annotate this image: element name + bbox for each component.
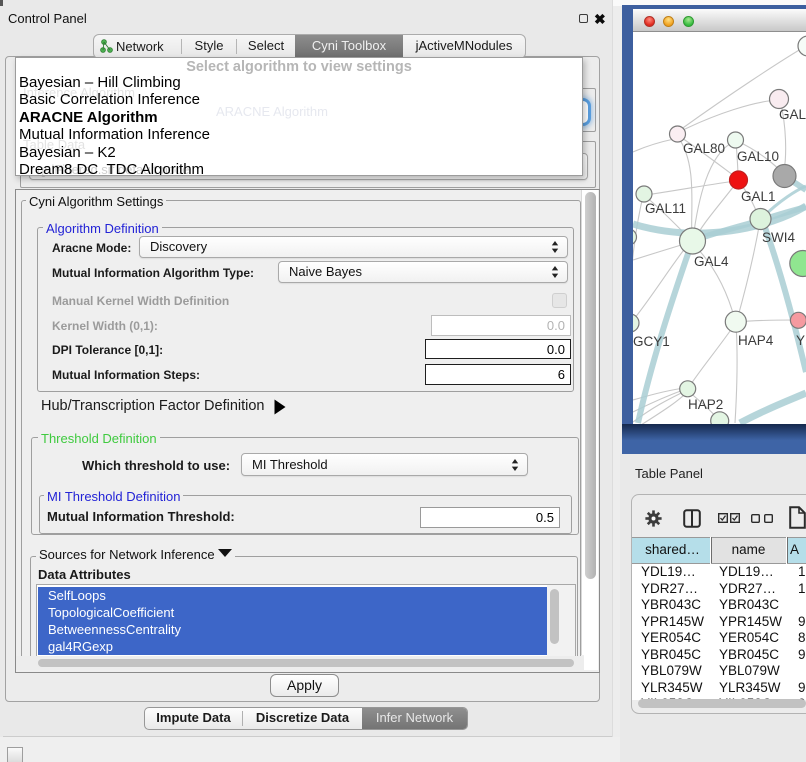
svg-text:GAL11: GAL11 — [645, 201, 686, 216]
svg-text:Y: Y — [796, 333, 805, 348]
svg-text:HAP4: HAP4 — [738, 333, 774, 348]
svg-text:GAL4: GAL4 — [694, 254, 729, 269]
svg-text:SWI4: SWI4 — [762, 230, 795, 245]
svg-text:GCY1: GCY1 — [633, 334, 670, 349]
svg-text:GAL80: GAL80 — [683, 141, 725, 156]
svg-text:GAL10: GAL10 — [737, 149, 779, 164]
svg-text:GAL1: GAL1 — [741, 189, 776, 204]
svg-text:GAL8: GAL8 — [779, 107, 806, 122]
svg-text:HAP2: HAP2 — [688, 397, 723, 412]
